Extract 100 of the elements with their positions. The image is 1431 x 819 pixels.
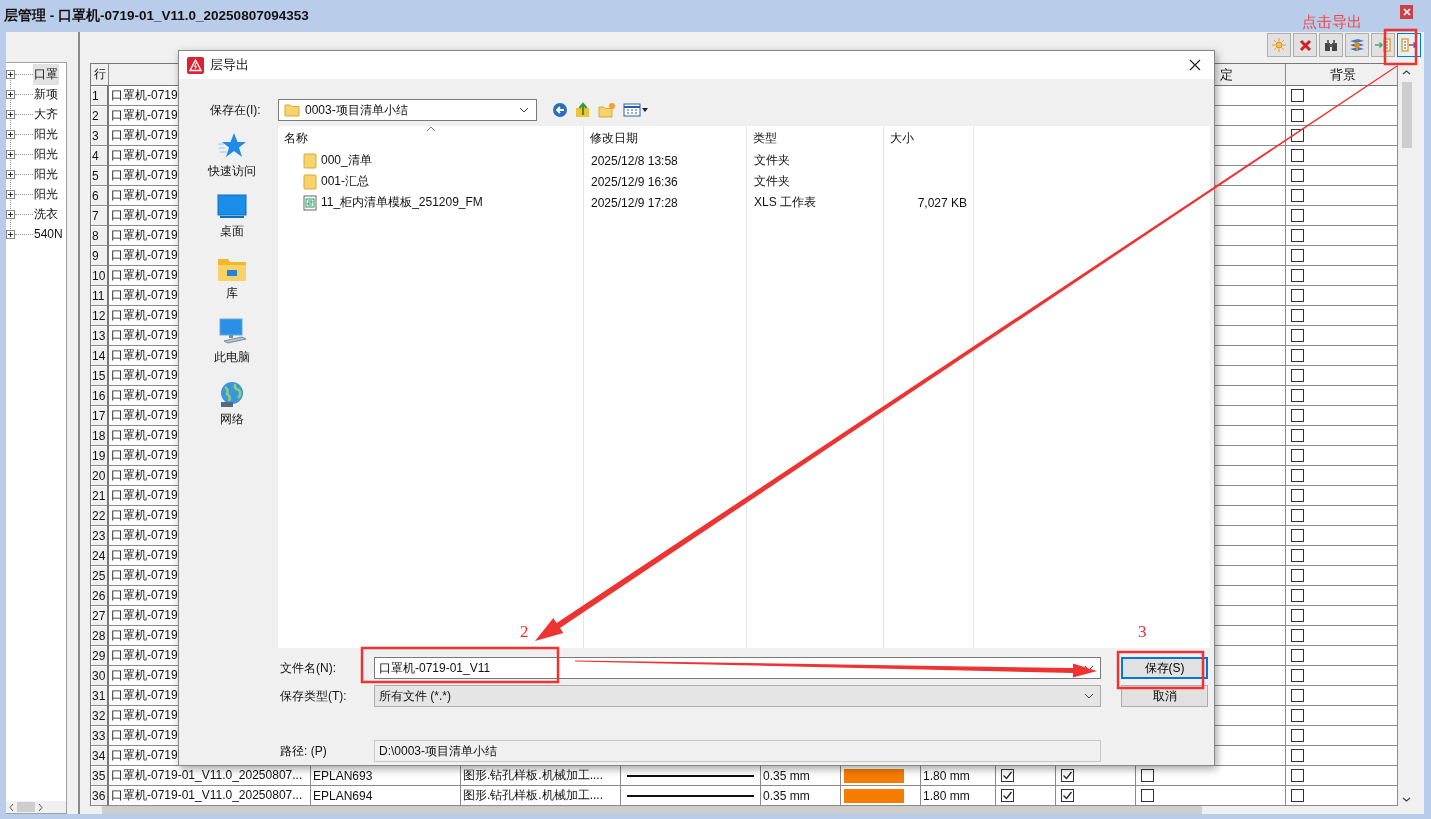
- checkbox[interactable]: [1291, 629, 1304, 642]
- checkbox[interactable]: [1291, 509, 1304, 522]
- checkbox[interactable]: [1291, 689, 1304, 702]
- chevron-right-icon[interactable]: [37, 802, 44, 812]
- expand-icon[interactable]: [6, 189, 15, 199]
- row-number-cell: 20: [91, 466, 109, 486]
- checkbox[interactable]: [1001, 789, 1014, 802]
- toolbar-button[interactable]: [1397, 33, 1421, 57]
- cancel-button[interactable]: 取消: [1121, 685, 1208, 707]
- checkbox[interactable]: [1291, 529, 1304, 542]
- checkbox[interactable]: [1291, 789, 1304, 802]
- tree-item[interactable]: 阳光: [33, 163, 59, 185]
- checkbox[interactable]: [1291, 589, 1304, 602]
- expand-icon[interactable]: [6, 69, 15, 79]
- row-number-cell: 33: [91, 726, 109, 746]
- checkbox[interactable]: [1291, 569, 1304, 582]
- checkbox[interactable]: [1291, 729, 1304, 742]
- color-swatch[interactable]: [844, 788, 904, 803]
- close-icon: [1189, 59, 1201, 71]
- checkbox[interactable]: [1291, 769, 1304, 782]
- tree-item[interactable]: 洗衣: [33, 203, 59, 225]
- expand-icon[interactable]: [6, 209, 15, 219]
- checkbox[interactable]: [1291, 109, 1304, 122]
- expand-icon[interactable]: [6, 109, 15, 119]
- tree-item[interactable]: 540N: [33, 225, 64, 243]
- checkbox[interactable]: [1291, 349, 1304, 362]
- checkbox[interactable]: [1291, 449, 1304, 462]
- checkbox[interactable]: [1141, 769, 1154, 782]
- expand-icon[interactable]: [6, 169, 15, 179]
- checkbox[interactable]: [1291, 469, 1304, 482]
- checkbox[interactable]: [1291, 549, 1304, 562]
- scrollbar-thumb[interactable]: [17, 802, 35, 812]
- path-field[interactable]: D:\0003-项目清单小结: [374, 740, 1101, 762]
- table-cell-text: 文件夹: [753, 152, 791, 169]
- horizontal-scrollbar[interactable]: [6, 801, 66, 813]
- checkbox[interactable]: [1291, 489, 1304, 502]
- save-button[interactable]: 保存(S): [1121, 657, 1208, 679]
- checkbox[interactable]: [1291, 369, 1304, 382]
- checkbox[interactable]: [1291, 649, 1304, 662]
- checkbox[interactable]: [1291, 429, 1304, 442]
- cross-icon: [1298, 38, 1312, 52]
- expand-icon[interactable]: [6, 129, 15, 139]
- chevron-up-icon[interactable]: [1402, 69, 1411, 76]
- table-cell-text: XLS 工作表: [753, 194, 817, 211]
- row-number-cell: 36: [91, 786, 109, 806]
- checkbox[interactable]: [1291, 749, 1304, 762]
- checkbox[interactable]: [1291, 89, 1304, 102]
- row-number-cell: 1: [91, 86, 109, 106]
- checkbox[interactable]: [1061, 789, 1074, 802]
- expand-icon[interactable]: [6, 149, 15, 159]
- checkbox[interactable]: [1061, 769, 1074, 782]
- checkbox[interactable]: [1291, 189, 1304, 202]
- checkbox[interactable]: [1291, 269, 1304, 282]
- toolbar-button[interactable]: [1293, 33, 1317, 57]
- scrollbar-thumb[interactable]: [1401, 82, 1412, 148]
- checkbox[interactable]: [1291, 209, 1304, 222]
- checkbox[interactable]: [1291, 289, 1304, 302]
- checkbox[interactable]: [1291, 409, 1304, 422]
- table-cell-text: 2025/12/8 13:58: [590, 152, 679, 170]
- checkbox[interactable]: [1291, 309, 1304, 322]
- column-header[interactable]: 修改日期: [584, 127, 746, 150]
- folder-dropdown[interactable]: 0003-项目清单小结: [278, 99, 537, 121]
- tree-item[interactable]: 口罩: [33, 63, 59, 85]
- sun-icon: [1272, 38, 1286, 52]
- tree-item[interactable]: 阳光: [33, 183, 59, 205]
- tree-item[interactable]: 阳光: [33, 143, 59, 165]
- chevron-left-icon[interactable]: [8, 802, 15, 812]
- expand-icon[interactable]: [6, 229, 15, 239]
- toolbar-button[interactable]: [1371, 33, 1395, 57]
- toolbar-button[interactable]: [1319, 33, 1343, 57]
- checkbox[interactable]: [1141, 789, 1154, 802]
- checkbox[interactable]: [1291, 229, 1304, 242]
- color-swatch[interactable]: [844, 768, 904, 783]
- checkbox[interactable]: [1291, 169, 1304, 182]
- up-folder-icon[interactable]: [575, 102, 591, 118]
- tree-item[interactable]: 大齐: [33, 103, 59, 125]
- tree-item[interactable]: 阳光: [33, 123, 59, 145]
- view-menu-icon[interactable]: [623, 102, 649, 118]
- toolbar-button[interactable]: [1345, 33, 1369, 57]
- checkbox[interactable]: [1291, 709, 1304, 722]
- checkbox[interactable]: [1291, 249, 1304, 262]
- row-number-cell: 32: [91, 706, 109, 726]
- scrollbar-thumb[interactable]: [102, 806, 1202, 814]
- row-number-cell: 18: [91, 426, 109, 446]
- checkbox[interactable]: [1291, 149, 1304, 162]
- checkbox[interactable]: [1001, 769, 1014, 782]
- tree-item[interactable]: 新项: [33, 83, 59, 105]
- checkbox[interactable]: [1291, 389, 1304, 402]
- checkbox[interactable]: [1291, 609, 1304, 622]
- column-header[interactable]: 类型: [747, 127, 883, 150]
- checkbox[interactable]: [1291, 329, 1304, 342]
- expand-icon[interactable]: [6, 89, 15, 99]
- back-icon[interactable]: [552, 102, 568, 118]
- chevron-down-icon[interactable]: [1402, 796, 1411, 803]
- row-number-cell: 7: [91, 206, 109, 226]
- column-header[interactable]: 大小: [884, 127, 973, 150]
- row-number-cell: 14: [91, 346, 109, 366]
- step-number: 2: [520, 622, 529, 642]
- file-type-dropdown[interactable]: 所有文件 (*.*): [374, 685, 1101, 707]
- checkbox[interactable]: [1291, 669, 1304, 682]
